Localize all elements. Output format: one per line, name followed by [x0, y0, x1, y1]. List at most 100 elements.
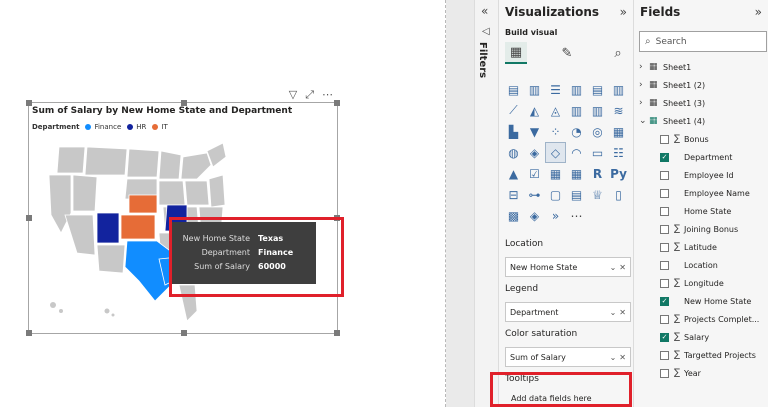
clustered-bar-chart-icon[interactable]: ☰ — [546, 80, 565, 99]
field-row-longitude[interactable]: ∑ Longitude — [639, 274, 768, 292]
table-row[interactable]: › ▦ Sheet1 (2) — [639, 76, 768, 94]
card-icon[interactable]: ▭ — [588, 143, 607, 162]
fields-search-input[interactable]: ⌕ Search — [639, 31, 767, 52]
field-checkbox-checked[interactable]: ✓ — [660, 152, 669, 162]
chevron-right-icon[interactable]: › — [639, 62, 649, 72]
map-state[interactable] — [158, 150, 182, 180]
expand-chevron-icon[interactable]: « — [481, 4, 488, 18]
table-icon[interactable]: ▦ — [546, 164, 565, 183]
field-row-year[interactable]: ∑ Year — [639, 364, 768, 382]
kpi-icon[interactable]: ▲ — [504, 164, 523, 183]
map-state[interactable] — [72, 174, 98, 212]
resize-handle[interactable] — [334, 330, 340, 336]
stacked-column-100-icon[interactable]: ▥ — [609, 80, 628, 99]
chevron-right-icon[interactable]: › — [639, 98, 649, 108]
stacked-bar-100-icon[interactable]: ▤ — [588, 80, 607, 99]
stacked-bar-chart-icon[interactable]: ▤ — [504, 80, 523, 99]
close-icon[interactable]: ✕ — [619, 353, 626, 362]
map-state[interactable] — [126, 148, 160, 178]
map-state[interactable] — [184, 180, 210, 206]
field-row-projects-completed[interactable]: ∑ Projects Complet... — [639, 310, 768, 328]
collapse-chevron-icon[interactable]: » — [620, 5, 627, 19]
key-influencers-icon[interactable]: ⊟ — [504, 185, 523, 204]
stacked-column-chart-icon[interactable]: ▥ — [525, 80, 544, 99]
matrix-icon[interactable]: ▦ — [567, 164, 586, 183]
field-row-salary[interactable]: ✓ ∑ Salary — [639, 328, 768, 346]
table-row[interactable]: › ▦ Sheet1 (3) — [639, 94, 768, 112]
resize-handle[interactable] — [26, 215, 32, 221]
clustered-column-chart-icon[interactable]: ▥ — [567, 80, 586, 99]
scatter-chart-icon[interactable]: ⁘ — [546, 122, 565, 141]
shape-map-icon[interactable]: ◇ — [545, 142, 566, 163]
legend-item-finance[interactable]: Finance — [94, 123, 121, 131]
format-visual-tab-icon[interactable]: ✎ — [556, 42, 578, 64]
field-checkbox[interactable] — [660, 368, 669, 378]
chevron-down-icon[interactable]: ⌄ — [610, 308, 617, 317]
legend-item-it[interactable]: IT — [161, 123, 167, 131]
field-checkbox[interactable] — [660, 350, 669, 360]
field-row-employee-id[interactable]: Employee Id — [639, 166, 768, 184]
field-checkbox[interactable] — [660, 188, 669, 198]
field-checkbox[interactable] — [660, 314, 669, 324]
funnel-chart-icon[interactable]: ▼ — [525, 122, 544, 141]
map-state[interactable] — [96, 244, 126, 274]
goals-icon[interactable]: ♕ — [588, 185, 607, 204]
field-checkbox[interactable] — [660, 170, 669, 180]
well-field-location[interactable]: New Home State ⌄ ✕ — [505, 257, 631, 277]
stacked-area-chart-icon[interactable]: ◬ — [546, 101, 565, 120]
build-visual-tab-icon[interactable]: ▦ — [505, 42, 527, 64]
map-state[interactable] — [64, 214, 96, 256]
multi-row-card-icon[interactable]: ☷ — [609, 143, 628, 162]
map-state[interactable] — [180, 152, 212, 180]
waterfall-chart-icon[interactable]: ▙ — [504, 122, 523, 141]
map-state-hr[interactable] — [96, 212, 120, 244]
field-row-latitude[interactable]: ∑ Latitude — [639, 238, 768, 256]
filter-icon[interactable]: ▽ — [289, 88, 297, 102]
close-icon[interactable]: ✕ — [619, 308, 626, 317]
map-icon[interactable]: ◍ — [504, 143, 523, 162]
focus-mode-icon[interactable]: ⤢ — [305, 88, 314, 102]
ribbon-chart-icon[interactable]: ≋ — [609, 101, 628, 120]
chevron-down-icon[interactable]: ⌄ — [639, 116, 649, 126]
chevron-right-icon[interactable]: › — [639, 80, 649, 90]
filled-map-icon[interactable]: ◈ — [525, 143, 544, 162]
qa-visual-icon[interactable]: ▢ — [546, 185, 565, 204]
field-checkbox[interactable] — [660, 206, 669, 216]
field-row-home-state[interactable]: Home State — [639, 202, 768, 220]
map-state-it[interactable] — [120, 214, 156, 240]
field-checkbox[interactable] — [660, 242, 669, 252]
map-state[interactable] — [56, 146, 86, 174]
power-apps-icon[interactable]: ▩ — [504, 206, 523, 225]
field-row-department[interactable]: ✓ Department — [639, 148, 768, 166]
table-row[interactable]: › ▦ Sheet1 — [639, 58, 768, 76]
filters-pane-collapsed[interactable]: « ◁ Filters — [474, 0, 498, 407]
map-hawaii[interactable] — [104, 308, 110, 314]
resize-handle[interactable] — [26, 330, 32, 336]
field-checkbox-checked[interactable]: ✓ — [660, 332, 669, 342]
chevron-down-icon[interactable]: ⌄ — [610, 353, 617, 362]
smart-narrative-icon[interactable]: ▤ — [567, 185, 586, 204]
gauge-icon[interactable]: ◠ — [567, 143, 586, 162]
field-checkbox[interactable] — [660, 260, 669, 270]
analytics-tab-icon[interactable]: ⌕ — [607, 42, 629, 64]
line-stacked-column-icon[interactable]: ▥ — [588, 101, 607, 120]
area-chart-icon[interactable]: ◭ — [525, 101, 544, 120]
field-checkbox[interactable] — [660, 224, 669, 234]
python-visual-icon[interactable]: Py — [609, 164, 628, 183]
resize-handle[interactable] — [334, 100, 340, 106]
line-column-chart-icon[interactable]: ▥ — [567, 101, 586, 120]
field-row-location[interactable]: Location — [639, 256, 768, 274]
collapse-chevron-icon[interactable]: » — [755, 5, 762, 19]
well-field-color-saturation[interactable]: Sum of Salary ⌄ ✕ — [505, 347, 631, 367]
donut-chart-icon[interactable]: ◎ — [588, 122, 607, 141]
field-row-new-home-state[interactable]: ✓ New Home State — [639, 292, 768, 310]
map-state-it[interactable] — [128, 194, 158, 214]
legend-item-hr[interactable]: HR — [136, 123, 146, 131]
get-more-visuals-icon[interactable]: » — [546, 206, 565, 225]
paginated-report-icon[interactable]: ▯ — [609, 185, 628, 204]
power-automate-icon[interactable]: ◈ — [525, 206, 544, 225]
more-visuals-icon[interactable]: ⋯ — [567, 206, 586, 225]
resize-handle[interactable] — [181, 330, 187, 336]
chevron-down-icon[interactable]: ⌄ — [610, 263, 617, 272]
decomposition-tree-icon[interactable]: ⊶ — [525, 185, 544, 204]
